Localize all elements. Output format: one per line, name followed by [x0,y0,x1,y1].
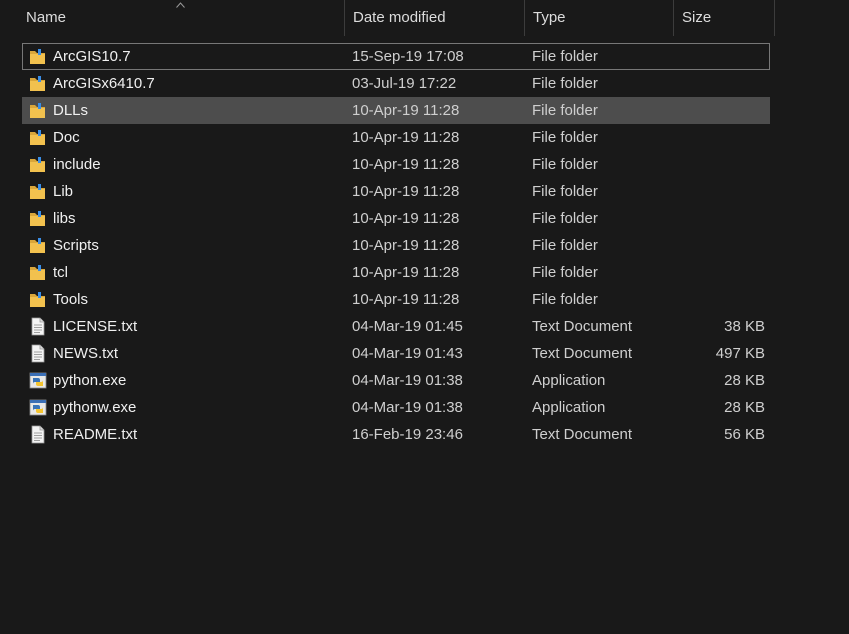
file-size [675,287,765,312]
file-row[interactable]: include 10-Apr-19 11:28 File folder [22,151,770,178]
file-type: File folder [532,237,598,254]
file-date-modified: 10-Apr-19 11:28 [352,210,460,227]
column-header-size[interactable]: Size [674,0,775,36]
file-name: Scripts [53,237,99,254]
file-type: File folder [532,210,598,227]
folder-icon [29,47,47,66]
file-row[interactable]: Scripts 10-Apr-19 11:28 File folder [22,232,770,259]
file-size [675,125,765,150]
folder-icon [29,182,47,201]
file-name: python.exe [53,372,127,389]
file-date-modified: 04-Mar-19 01:43 [352,345,463,362]
file-name: tcl [53,264,68,281]
file-type: Text Document [532,345,633,362]
file-date-modified: 10-Apr-19 11:28 [352,237,460,254]
column-header-name[interactable]: Name [18,0,345,36]
file-name: include [53,156,101,173]
file-date-modified: 10-Apr-19 11:28 [352,129,460,146]
file-type: File folder [532,48,598,65]
text-document-icon [29,425,47,444]
file-date-modified: 03-Jul-19 17:22 [352,75,457,92]
file-name: Lib [53,183,74,200]
file-row[interactable]: ArcGISx6410.7 03-Jul-19 17:22 File folde… [22,70,770,97]
file-size: 28 KB [724,399,765,416]
file-size [675,71,765,96]
file-date-modified: 04-Mar-19 01:38 [352,399,463,416]
file-size [675,44,765,69]
file-row[interactable]: Doc 10-Apr-19 11:28 File folder [22,124,770,151]
file-name: libs [53,210,76,227]
folder-icon [29,74,47,93]
file-size: 38 KB [724,318,765,335]
python-app-icon [29,398,47,417]
file-type: File folder [532,75,598,92]
file-type: Text Document [532,318,633,335]
file-date-modified: 10-Apr-19 11:28 [352,291,460,308]
file-date-modified: 10-Apr-19 11:28 [352,183,460,200]
file-name: ArcGIS10.7 [53,48,131,65]
file-type: Text Document [532,426,633,443]
folder-icon [29,263,47,282]
text-document-icon [29,317,47,336]
file-row[interactable]: Lib 10-Apr-19 11:28 File folder [22,178,770,205]
file-size [675,260,765,285]
file-row[interactable]: LICENSE.txt 04-Mar-19 01:45 Text Documen… [22,313,770,340]
file-row[interactable]: tcl 10-Apr-19 11:28 File folder [22,259,770,286]
file-size [675,206,765,231]
file-name: README.txt [53,426,138,443]
file-name: NEWS.txt [53,345,119,362]
file-size [675,98,765,123]
file-size [675,233,765,258]
file-type: Application [532,372,606,389]
file-date-modified: 04-Mar-19 01:45 [352,318,463,335]
file-row[interactable]: NEWS.txt 04-Mar-19 01:43 Text Document 4… [22,340,770,367]
file-date-modified: 15-Sep-19 17:08 [352,48,464,65]
file-type: File folder [532,291,598,308]
text-document-icon [29,344,47,363]
file-row[interactable]: ArcGIS10.7 15-Sep-19 17:08 File folder [22,43,770,70]
file-name: pythonw.exe [53,399,137,416]
file-row[interactable]: DLLs 10-Apr-19 11:28 File folder [22,97,770,124]
file-size [675,179,765,204]
file-type: File folder [532,183,598,200]
folder-icon [29,236,47,255]
file-date-modified: 16-Feb-19 23:46 [352,426,463,443]
file-type: File folder [532,156,598,173]
folder-icon [29,290,47,309]
column-header-type[interactable]: Type [525,0,674,36]
folder-icon [29,101,47,120]
file-name: Doc [53,129,80,146]
folder-icon [29,128,47,147]
file-size: 56 KB [724,426,765,443]
file-size: 497 KB [715,345,765,362]
file-row[interactable]: libs 10-Apr-19 11:28 File folder [22,205,770,232]
file-type: File folder [532,102,598,119]
folder-icon [29,209,47,228]
python-app-icon [29,371,47,390]
file-name: ArcGISx6410.7 [53,75,155,92]
file-row[interactable]: python.exe 04-Mar-19 01:38 Application 2… [22,367,770,394]
file-list: ArcGIS10.7 15-Sep-19 17:08 File folder A… [22,43,770,448]
file-row[interactable]: pythonw.exe 04-Mar-19 01:38 Application … [22,394,770,421]
file-name: DLLs [53,102,89,119]
file-type: Application [532,399,606,416]
file-type: File folder [532,129,598,146]
file-date-modified: 10-Apr-19 11:28 [352,102,460,119]
file-size: 28 KB [724,372,765,389]
file-date-modified: 04-Mar-19 01:38 [352,372,463,389]
file-date-modified: 10-Apr-19 11:28 [352,156,460,173]
file-row[interactable]: README.txt 16-Feb-19 23:46 Text Document… [22,421,770,448]
file-date-modified: 10-Apr-19 11:28 [352,264,460,281]
file-name: Tools [53,291,89,308]
column-header-date-modified[interactable]: Date modified [345,0,525,36]
file-name: LICENSE.txt [53,318,138,335]
file-size [675,152,765,177]
file-type: File folder [532,264,598,281]
folder-icon [29,155,47,174]
column-header-bar: Name Date modified Type Size [0,0,849,36]
file-row[interactable]: Tools 10-Apr-19 11:28 File folder [22,286,770,313]
